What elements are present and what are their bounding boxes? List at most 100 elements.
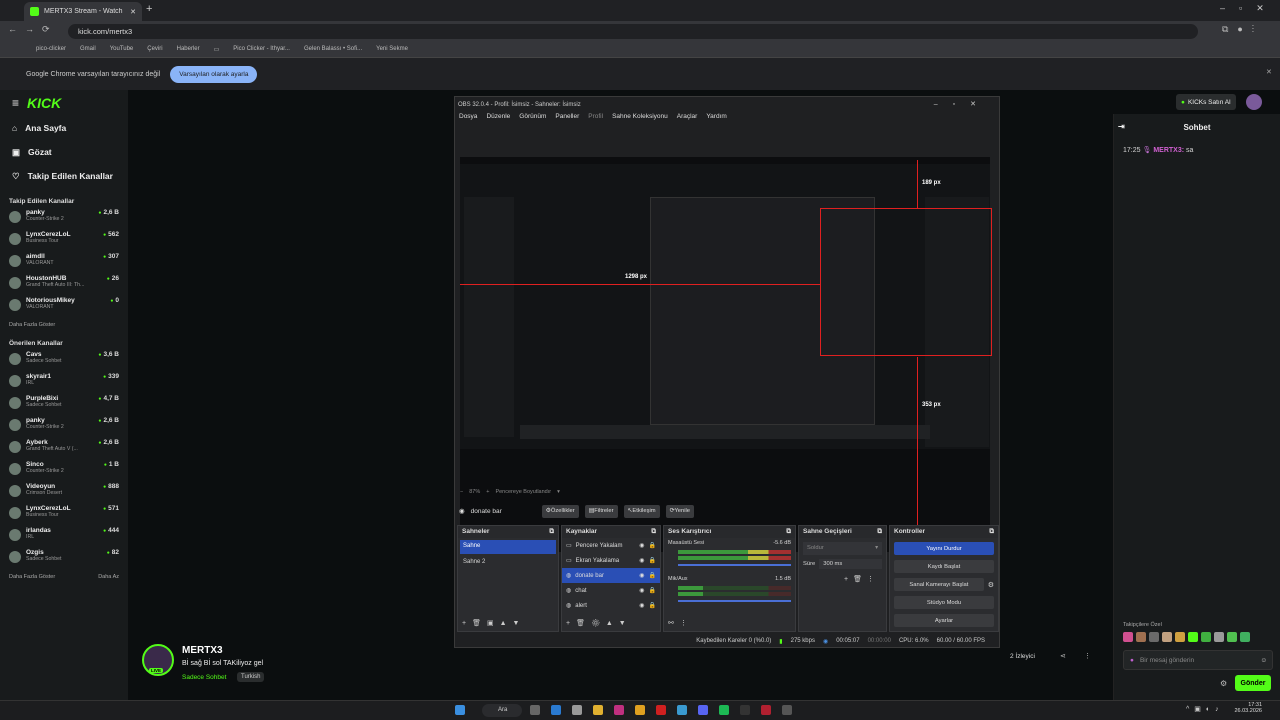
studio-mode-button[interactable]: Stüdyo Modu — [894, 596, 994, 609]
interact-button[interactable]: ↖ Etkileşim — [623, 504, 660, 518]
explorer-icon[interactable] — [593, 705, 603, 715]
recommended-more-link[interactable]: Daha Fazla Göster — [9, 574, 55, 580]
channel-item[interactable]: LynxCerezLoLBusiness Tour 571 — [0, 505, 128, 527]
eye-icon[interactable]: ◉ — [639, 587, 644, 594]
collapse-chat-icon[interactable]: ⇥ — [1118, 122, 1125, 131]
menu-icon[interactable]: ≡ — [12, 96, 19, 110]
emote-icon[interactable] — [1162, 632, 1172, 642]
fit-to-window[interactable]: Pencereye Boyutlandır — [495, 489, 551, 495]
menu-file[interactable]: Dosya — [459, 113, 477, 120]
dropdown-icon[interactable]: ▾ — [557, 489, 560, 495]
source-item[interactable]: ◍ chat ◉ 🔒 — [562, 583, 660, 598]
scene-item[interactable]: Sahne — [460, 540, 556, 554]
duration-input[interactable]: 300 ms — [819, 559, 882, 569]
bookmark-item[interactable]: Pico Clicker - Ithyar... — [233, 46, 290, 52]
eye-icon[interactable]: ◉ — [639, 572, 644, 579]
bookmark-item[interactable]: Yeni Sekme — [376, 46, 408, 52]
discord-icon[interactable] — [698, 705, 708, 715]
zoom-in-icon[interactable]: + — [486, 489, 489, 495]
emote-icon[interactable] — [1149, 632, 1159, 642]
filters-button[interactable]: ▤ Filtreler — [584, 504, 618, 518]
dock-float-icon[interactable]: ⧉ — [651, 528, 656, 536]
lock-icon[interactable]: 🔒 — [649, 557, 656, 564]
dock-float-icon[interactable]: ⧉ — [989, 528, 994, 536]
source-item[interactable]: ▭ Ekran Yakalama ◉ 🔒 — [562, 553, 660, 568]
send-button[interactable]: Gönder — [1235, 675, 1271, 691]
new-tab-icon[interactable]: + — [146, 3, 152, 15]
eye-icon[interactable]: ◉ — [639, 542, 644, 549]
scene-item[interactable]: Sahne 2 — [460, 556, 556, 570]
obs-icon[interactable] — [782, 705, 792, 715]
channel-item[interactable]: LynxCerezLoLBusiness Tour 562 — [0, 231, 128, 253]
url-field[interactable]: kick.com/mertx3 — [68, 24, 1198, 39]
bookmark-item[interactable]: Gmail — [80, 46, 96, 52]
system-tray-icons[interactable]: ^▣◐♪ — [1186, 705, 1224, 713]
source-actions[interactable]: +🗑⚙▲▼ — [566, 619, 632, 627]
followed-more-link[interactable]: Daha Fazla Göster — [0, 319, 128, 334]
eye-icon[interactable]: ◉ — [639, 602, 644, 609]
source-item[interactable]: ◍ alert ◉ 🔒 — [562, 598, 660, 613]
selected-source-bounds[interactable] — [820, 208, 992, 356]
bookmark-item[interactable]: YouTube — [110, 46, 134, 52]
dock-float-icon[interactable]: ⧉ — [549, 528, 554, 536]
gear-icon[interactable]: ⚙ — [988, 581, 994, 589]
refresh-button[interactable]: ⟳ Yenile — [665, 504, 695, 518]
spotify-icon[interactable] — [719, 705, 729, 715]
menu-edit[interactable]: Düzenle — [486, 113, 510, 120]
streamer-name[interactable]: MERTX3 — [182, 645, 223, 656]
channel-item[interactable]: aimdllVALORANT 307 — [0, 253, 128, 275]
emote-icon[interactable] — [1227, 632, 1237, 642]
transition-actions[interactable]: +🗑⋮ — [799, 569, 886, 583]
emoji-icon[interactable]: ☺ — [1260, 657, 1267, 664]
store-icon[interactable] — [572, 705, 582, 715]
lock-icon[interactable]: 🔒 — [649, 572, 656, 579]
terminal-icon[interactable] — [740, 705, 750, 715]
close-tab-icon[interactable]: ✕ — [130, 8, 136, 16]
close-infobar-icon[interactable]: ✕ — [1266, 68, 1272, 76]
chat-settings-icon[interactable]: ⚙ — [1220, 679, 1227, 688]
channel-item[interactable]: OzgisSadece Sohbet 82 — [0, 549, 128, 571]
nav-following[interactable]: ♡ Takip Edilen Kanallar — [0, 164, 128, 188]
channel-item[interactable]: AyberkGrand Theft Auto V (... 2,6 B — [0, 439, 128, 461]
lock-icon[interactable]: 🔒 — [649, 602, 656, 609]
eye-icon[interactable]: ◉ — [639, 557, 644, 564]
nav-browse[interactable]: ▣ Gözat — [0, 140, 128, 164]
zoom-out-icon[interactable]: − — [460, 489, 463, 495]
emote-icon[interactable] — [1136, 632, 1146, 642]
steam-icon[interactable] — [677, 705, 687, 715]
recommended-less-link[interactable]: Daha Az — [98, 574, 119, 580]
source-item[interactable]: ▭ Pencere Yakalam ◉ 🔒 — [562, 538, 660, 553]
emote-icon[interactable] — [1123, 632, 1133, 642]
dock-float-icon[interactable]: ⧉ — [786, 528, 791, 536]
channel-item[interactable]: SincoCounter-Strike 2 1 B — [0, 461, 128, 483]
channel-item[interactable]: VideoyunCrimson Desert 888 — [0, 483, 128, 505]
valorant-icon[interactable] — [761, 705, 771, 715]
instagram-icon[interactable] — [614, 705, 624, 715]
bookmark-item[interactable]: pico-clicker — [36, 46, 66, 52]
extensions-icon[interactable]: ⧉●⋮ — [1222, 24, 1263, 35]
emote-icon[interactable] — [1188, 632, 1198, 642]
channel-item[interactable]: pankyCounter-Strike 2 2,6 B — [0, 417, 128, 439]
bookmark-item[interactable]: Gelen Balassı • Sofi... — [304, 46, 362, 52]
browser-tab[interactable]: MERTX3 Stream - Watch Live o ✕ — [24, 2, 142, 21]
share-icon[interactable]: ⋖ — [1060, 652, 1066, 660]
channel-item[interactable]: irlandasIRL 444 — [0, 527, 128, 549]
chrome-icon[interactable] — [635, 705, 645, 715]
menu-tools[interactable]: Araçlar — [677, 113, 698, 120]
kick-logo[interactable]: KICK — [27, 95, 61, 111]
properties-button[interactable]: ⚙ Özellikler — [541, 504, 579, 518]
taskbar-search[interactable]: Ara — [482, 704, 522, 717]
channel-item[interactable]: skyrair1IRL 339 — [0, 373, 128, 395]
channel-item[interactable]: PurpleBixiSadece Sohbet 4,7 B — [0, 395, 128, 417]
user-avatar[interactable] — [1246, 94, 1262, 110]
source-item-selected[interactable]: ◍ donate bar ◉ 🔒 — [562, 568, 660, 583]
nav-buttons-icon[interactable]: ←→⟳ — [8, 24, 58, 35]
channel-item[interactable]: pankyCounter-Strike 2 2,6 B — [0, 209, 128, 231]
lock-icon[interactable]: 🔒 — [649, 587, 656, 594]
menu-profile[interactable]: Profil — [588, 113, 603, 120]
scene-actions[interactable]: +🗑▣▲▼ — [462, 619, 525, 627]
start-virtual-camera-button[interactable]: Sanal Kamerayı Başlat — [894, 578, 984, 591]
chat-msg-user[interactable]: MERTX3: — [1153, 147, 1184, 154]
stream-category[interactable]: Sadece Sohbet — [182, 674, 226, 681]
channel-item[interactable]: HoustonHUBGrand Theft Auto III: Th... 26 — [0, 275, 128, 297]
